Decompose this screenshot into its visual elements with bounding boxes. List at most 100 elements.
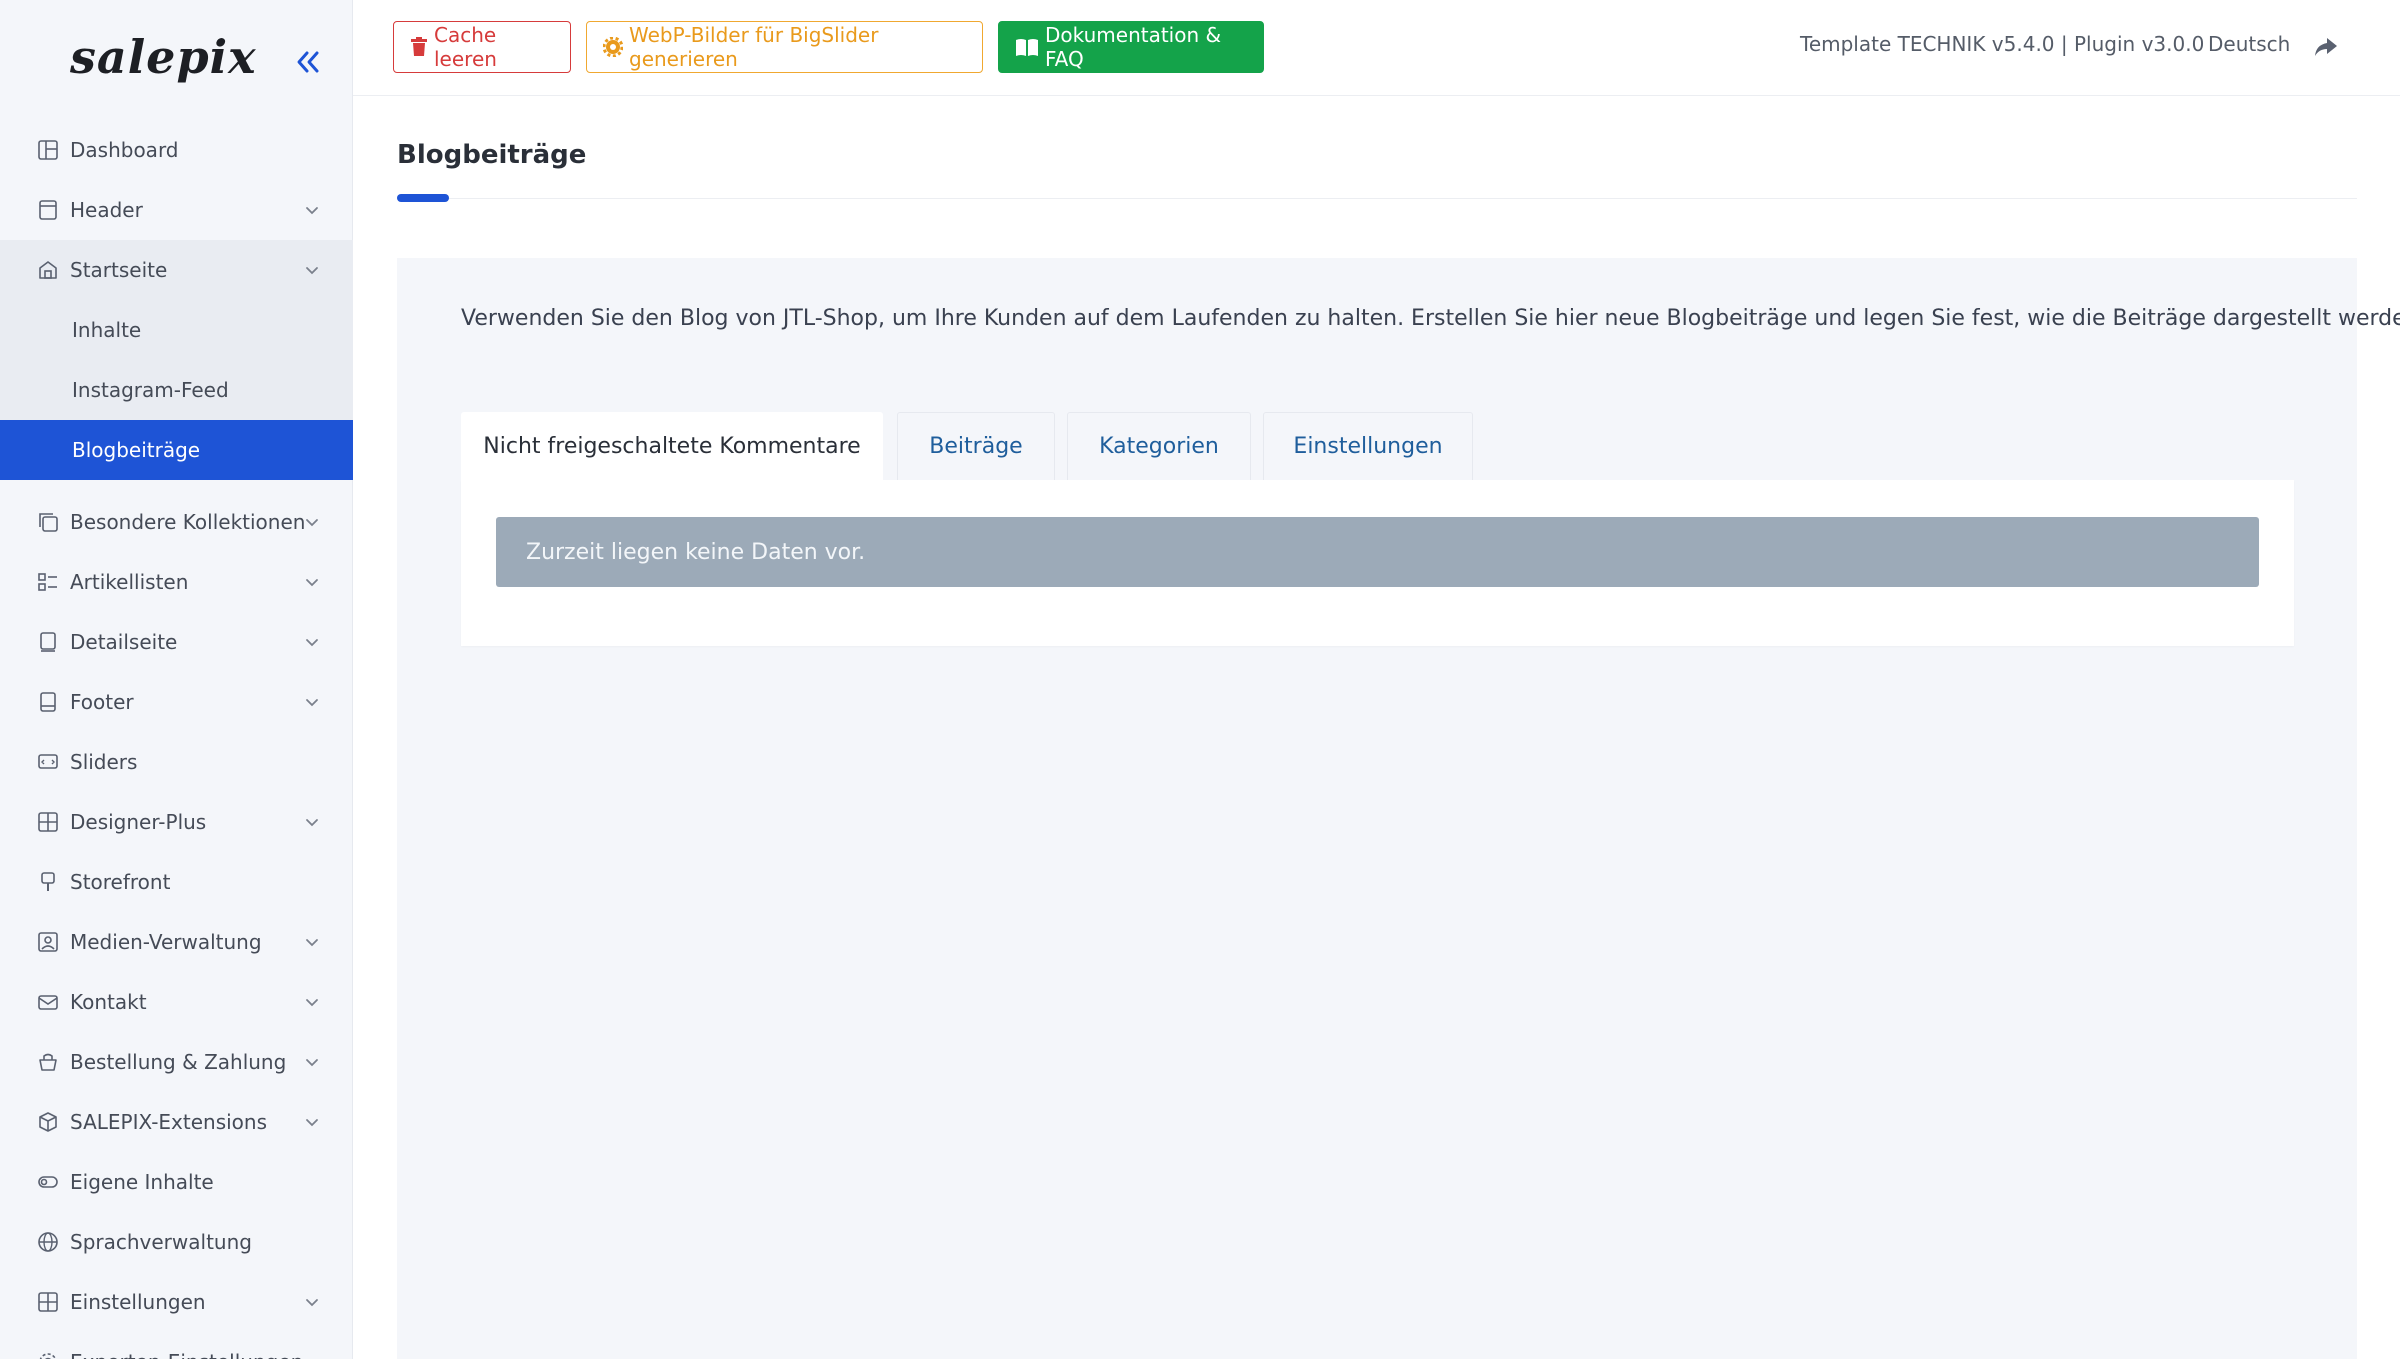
sidebar-item-label: Storefront [70,870,171,894]
gear-icon [36,1350,60,1359]
sidebar-item-label: Medien-Verwaltung [70,930,262,954]
generate-webp-button[interactable]: WebP-Bilder für BigSlider generieren [586,21,983,73]
sidebar-item-salepix-extensions[interactable]: SALEPIX-Extensions [0,1092,353,1152]
footer-icon [36,690,60,714]
chevron-down-icon [306,267,318,275]
sidebar-item-label: Detailseite [70,630,178,654]
sidebar-subitem-instagram-feed[interactable]: Instagram-Feed [0,360,353,420]
toggle-icon [36,1170,60,1194]
sidebar-menu: Dashboard Header Startseite Inhalte Inst… [0,120,353,1359]
clear-cache-button[interactable]: Cache leeren [393,21,571,73]
sidebar-item-label: Einstellungen [70,1290,206,1314]
sidebar-item-label: Artikellisten [70,570,189,594]
tab-label: Einstellungen [1293,434,1443,459]
version-info: Template TECHNIK v5.4.0 | Plugin v3.0.0 [1800,32,2205,56]
sidebar-item-bestellung-zahlung[interactable]: Bestellung & Zahlung [0,1032,353,1092]
grid-icon [36,1290,60,1314]
sidebar-item-dashboard[interactable]: Dashboard [0,120,353,180]
sidebar-item-artikellisten[interactable]: Artikellisten [0,552,353,612]
sidebar-item-sliders[interactable]: Sliders [0,732,353,792]
tab-settings[interactable]: Einstellungen [1263,412,1473,480]
list-icon [36,570,60,594]
tab-unapproved-comments[interactable]: Nicht freigeschaltete Kommentare [461,412,883,480]
title-accent-bar [397,194,449,202]
sidebar-item-label: Startseite [70,258,168,282]
tab-posts[interactable]: Beiträge [897,412,1055,480]
collapse-sidebar-button[interactable] [288,42,328,82]
brush-icon [36,870,60,894]
sidebar-item-label: Sprachverwaltung [70,1230,252,1254]
sidebar-subitem-label: Instagram-Feed [72,378,229,402]
sidebar-item-medien-verwaltung[interactable]: Medien-Verwaltung [0,912,353,972]
documentation-label: Dokumentation & FAQ [1045,23,1222,71]
chevron-down-icon [306,207,318,215]
chevron-down-icon [306,1119,318,1127]
sidebar-item-detailseite[interactable]: Detailseite [0,612,353,672]
box-icon [36,1110,60,1134]
sidebar-item-experten-einstellungen[interactable]: Experten-Einstellungen [0,1332,353,1359]
sidebar-item-label: Dashboard [70,138,179,162]
page-title: Blogbeiträge [397,140,587,170]
tab-categories[interactable]: Kategorien [1067,412,1251,480]
sidebar-item-label: Experten-Einstellungen [70,1350,303,1359]
sidebar-item-label: Besondere Kollektionen [70,510,306,534]
chevron-down-icon [304,1354,320,1359]
sidebar-subitem-blogbeitraege[interactable]: Blogbeiträge [0,420,353,480]
collections-icon [36,510,60,534]
empty-data-notice: Zurzeit liegen keine Daten vor. [496,517,2259,587]
clear-cache-label: Cache leeren [434,23,497,71]
globe-icon [36,1230,60,1254]
sidebar-item-header[interactable]: Header [0,180,353,240]
tab-label: Beiträge [929,434,1023,459]
sidebar-item-startseite[interactable]: Startseite [0,240,353,300]
designer-icon [36,810,60,834]
header-icon [36,198,60,222]
language-selector[interactable]: Deutsch [2208,32,2290,56]
home-icon [36,258,60,282]
sidebar-item-label: Header [70,198,143,222]
tab-label: Kategorien [1099,434,1219,459]
book-icon [1015,37,1039,57]
chevron-down-icon [306,1059,318,1067]
cog-icon [603,37,623,57]
share-icon[interactable] [2313,34,2339,60]
chevron-down-icon [306,519,318,527]
detail-icon [36,630,60,654]
sidebar-item-label: Designer-Plus [70,810,207,834]
sidebar-item-label: Kontakt [70,990,147,1014]
sidebar-item-einstellungen[interactable]: Einstellungen [0,1272,353,1332]
slider-icon [36,750,60,774]
sidebar-item-eigene-inhalte[interactable]: Eigene Inhalte [0,1152,353,1212]
sidebar-item-label: Eigene Inhalte [70,1170,214,1194]
double-chevron-left-icon [297,51,319,73]
sidebar-item-footer[interactable]: Footer [0,672,353,732]
tab-content: Zurzeit liegen keine Daten vor. [461,480,2294,646]
content-panel: Verwenden Sie den Blog von JTL-Shop, um … [397,258,2400,1359]
sidebar-item-sprachverwaltung[interactable]: Sprachverwaltung [0,1212,353,1272]
sidebar-item-storefront[interactable]: Storefront [0,852,353,912]
sidebar-item-label: Footer [70,690,134,714]
sidebar-item-label: Sliders [70,750,138,774]
chevron-down-icon [306,1299,318,1307]
logo: salepix [70,30,257,84]
documentation-button[interactable]: Dokumentation & FAQ [998,21,1264,73]
chevron-down-icon [306,579,318,587]
sidebar-item-designer-plus[interactable]: Designer-Plus [0,792,353,852]
sidebar-item-besondere-kollektionen[interactable]: Besondere Kollektionen [0,492,353,552]
chevron-down-icon [306,699,318,707]
sidebar-item-label: SALEPIX-Extensions [70,1110,268,1134]
trash-icon [410,37,428,57]
chevron-down-icon [306,819,318,827]
chevron-down-icon [306,639,318,647]
dashboard-icon [36,138,60,162]
menu-gap [0,480,353,492]
sidebar-subitem-label: Inhalte [72,318,142,342]
tab-label: Nicht freigeschaltete Kommentare [483,434,861,459]
sidebar-item-label: Bestellung & Zahlung [70,1050,287,1074]
topbar: Cache leeren WebP-Bilder für BigSlider g… [353,0,2400,96]
basket-icon [36,1050,60,1074]
sidebar: salepix Dashboard Header Startseite Inha… [0,0,353,1359]
sidebar-subitem-inhalte[interactable]: Inhalte [0,300,353,360]
page-description: Verwenden Sie den Blog von JTL-Shop, um … [461,306,2400,331]
sidebar-item-kontakt[interactable]: Kontakt [0,972,353,1032]
